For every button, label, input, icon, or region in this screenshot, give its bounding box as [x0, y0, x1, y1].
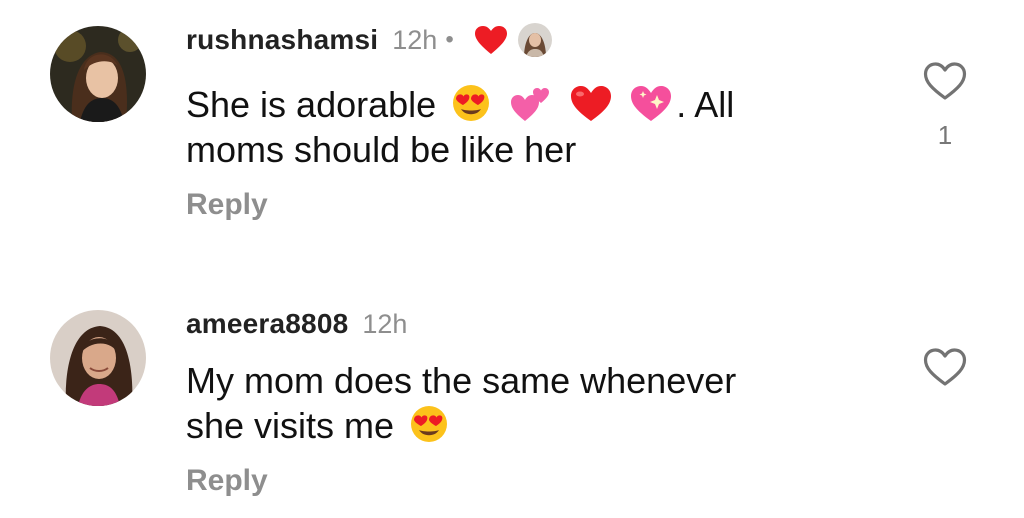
two-hearts-emoji-icon [509, 83, 553, 123]
avatar[interactable] [50, 26, 146, 122]
comment-text: She is adorable . All moms should be lik… [186, 82, 826, 172]
comment-text-part: she visits me [186, 405, 395, 446]
comment-text-part: . All [676, 84, 735, 125]
like-column [920, 346, 970, 388]
sparkling-heart-emoji-icon [629, 83, 673, 123]
comment: rushnashamsi 12h • She is adorable . All… [0, 0, 1024, 259]
comment-meta: ameera8808 12h [186, 304, 407, 344]
comment: ameera8808 12h My mom does the same when… [0, 276, 1024, 518]
comment-meta: rushnashamsi 12h • [186, 20, 552, 60]
comment-text-part: She is adorable [186, 84, 437, 125]
author-avatar [517, 23, 552, 57]
comment-text-part: My mom does the same whenever [186, 360, 737, 401]
reply-button[interactable]: Reply [186, 188, 268, 222]
username[interactable]: rushnashamsi [186, 24, 378, 56]
liked-by-author-heart-icon [474, 25, 508, 55]
heart-eyes-emoji-icon [449, 83, 493, 123]
like-column: 1 [920, 60, 970, 151]
timestamp: 12h [362, 308, 408, 339]
red-heart-emoji-icon [569, 83, 613, 123]
heart-outline-icon[interactable] [922, 60, 968, 102]
comment-text-part: moms should be like her [186, 129, 577, 170]
reply-button[interactable]: Reply [186, 464, 268, 498]
comment-text: My mom does the same whenever she visits… [186, 358, 826, 448]
heart-eyes-emoji-icon [407, 404, 451, 444]
timestamp: 12h [392, 24, 438, 55]
like-count: 1 [937, 120, 953, 150]
avatar[interactable] [50, 310, 146, 406]
heart-outline-icon[interactable] [922, 346, 968, 388]
separator-dot: • [445, 26, 454, 53]
username[interactable]: ameera8808 [186, 308, 348, 340]
